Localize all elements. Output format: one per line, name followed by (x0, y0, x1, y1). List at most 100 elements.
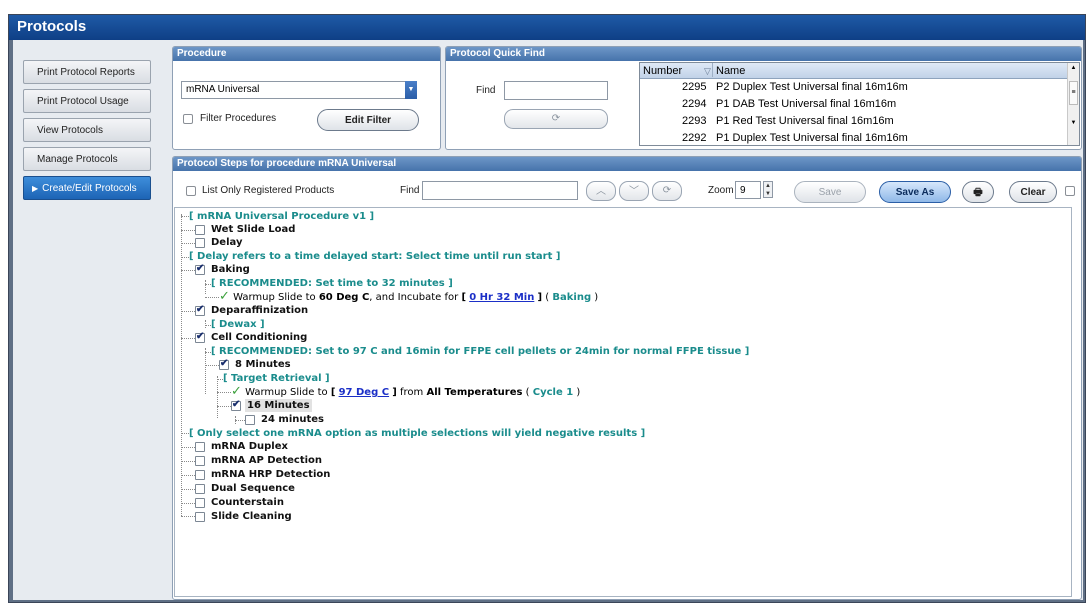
tree-node-mrna-hrp-detection[interactable]: mRNA HRP Detection (211, 468, 330, 481)
table-row[interactable]: 2295 P2 Duplex Test Universal final 16m1… (640, 79, 1079, 96)
wet-slide-load-checkbox[interactable] (195, 225, 205, 235)
tree-connector (205, 297, 219, 298)
nav-create-edit-protocols[interactable]: ▶ Create/Edit Protocols (23, 176, 151, 200)
table-row[interactable]: 2294 P1 DAB Test Universal final 16m16m (640, 96, 1079, 113)
refresh-icon: ⟳ (551, 113, 561, 124)
tree-node-wet-slide-load[interactable]: Wet Slide Load (211, 223, 295, 236)
tree-connector (181, 503, 195, 504)
counterstain-checkbox[interactable] (195, 498, 205, 508)
zoom-stepper[interactable]: ▲ ▼ (763, 181, 773, 198)
step-bracket: [ (330, 387, 336, 398)
tree-note-baking[interactable]: [ RECOMMENDED: Set time to 32 minutes ] (211, 277, 453, 290)
printer-icon: 🖶 (973, 187, 983, 198)
tree-node-slide-cleaning[interactable]: Slide Cleaning (211, 510, 292, 523)
tree-node-counterstain[interactable]: Counterstain (211, 496, 284, 509)
tree-root[interactable]: [ mRNA Universal Procedure v1 ] (189, 210, 374, 223)
options-checkbox[interactable] (1065, 186, 1075, 196)
filter-procedures-checkbox[interactable] (183, 114, 193, 124)
nav-print-protocol-usage[interactable]: Print Protocol Usage (23, 89, 151, 113)
delay-checkbox[interactable] (195, 238, 205, 248)
protocol-steps-tree: [ mRNA Universal Procedure v1 ] Wet Slid… (174, 207, 1072, 597)
nav-print-protocol-reports[interactable]: Print Protocol Reports (23, 60, 151, 84)
tree-connector (181, 311, 195, 312)
tree-node-8-minutes[interactable]: 8 Minutes (235, 358, 291, 371)
row-name: P1 Duplex Test Universal final 16m16m (716, 132, 908, 144)
nav-manage-protocols[interactable]: Manage Protocols (23, 147, 151, 171)
quick-find-input[interactable] (504, 81, 608, 100)
nav-view-protocols[interactable]: View Protocols (23, 118, 151, 142)
save-as-button[interactable]: Save As (879, 181, 951, 203)
find-next-button[interactable]: ﹀ (619, 181, 649, 201)
tree-connector (217, 392, 231, 393)
tree-node-baking[interactable]: Baking (211, 263, 250, 276)
mrna-duplex-checkbox[interactable] (195, 442, 205, 452)
tree-note-cell-conditioning[interactable]: [ RECOMMENDED: Set to 97 C and 16min for… (211, 345, 749, 358)
find-refresh-button[interactable]: ⟳ (652, 181, 682, 201)
tree-node-dual-sequence[interactable]: Dual Sequence (211, 482, 295, 495)
tree-step-baking-warmup[interactable]: ✓ Warmup Slide to 60 Deg C, and Incubate… (219, 290, 598, 304)
tree-node-mrna-duplex[interactable]: mRNA Duplex (211, 440, 288, 453)
sort-icon: ▽ (704, 66, 711, 76)
check-icon: ✓ (219, 289, 230, 304)
list-only-registered-checkbox[interactable] (186, 186, 196, 196)
column-number[interactable]: Number (643, 65, 682, 77)
dual-sequence-checkbox[interactable] (195, 484, 205, 494)
tree-node-mrna-ap-detection[interactable]: mRNA AP Detection (211, 454, 322, 467)
row-number: 2293 (682, 115, 707, 127)
sixteen-minutes-checkbox[interactable] (231, 399, 241, 411)
baking-checkbox[interactable] (195, 263, 205, 275)
tree-guide (205, 280, 206, 294)
tree-note-dewax[interactable]: [ Dewax ] (211, 318, 265, 331)
print-button[interactable]: 🖶 (962, 181, 994, 203)
row-number: 2295 (682, 81, 707, 93)
scroll-thumb[interactable]: ≡ (1069, 81, 1078, 105)
mrna-ap-checkbox[interactable] (195, 456, 205, 466)
scroll-up-icon[interactable]: ▲ (1068, 65, 1079, 71)
step-temp-link[interactable]: 97 Deg C (339, 387, 389, 398)
tree-node-deparaffinization[interactable]: Deparaffinization (211, 304, 308, 317)
twentyfour-minutes-checkbox[interactable] (245, 415, 255, 425)
deparaffinization-checkbox[interactable] (195, 304, 205, 316)
cell-conditioning-checkbox[interactable] (195, 331, 205, 343)
tree-node-16-minutes[interactable]: 16 Minutes (245, 399, 312, 412)
tree-connector (181, 230, 195, 231)
tree-note-delay[interactable]: [ Delay refers to a time delayed start: … (189, 250, 560, 263)
procedure-select[interactable]: mRNA Universal ▼ (181, 81, 417, 99)
tree-node-cell-conditioning[interactable]: Cell Conditioning (211, 331, 307, 344)
mrna-hrp-checkbox[interactable] (195, 470, 205, 480)
table-header: Number ▽ Name (640, 63, 1079, 79)
step-paren: ) (576, 387, 581, 398)
tree-node-delay[interactable]: Delay (211, 236, 242, 249)
refresh-button[interactable]: ⟳ (504, 109, 608, 129)
tree-guide (217, 376, 218, 418)
find-previous-button[interactable]: ︿ (586, 181, 616, 201)
step-time-link[interactable]: 0 Hr 32 Min (469, 292, 534, 303)
table-row[interactable]: 2292 P1 Duplex Test Universal final 16m1… (640, 130, 1079, 145)
save-button[interactable]: Save (794, 181, 866, 203)
clear-button[interactable]: Clear (1009, 181, 1057, 203)
tree-note-mrna[interactable]: [ Only select one mRNA option as multipl… (189, 427, 645, 440)
zoom-input[interactable] (735, 181, 761, 199)
steps-find-input[interactable] (422, 181, 578, 200)
chevron-down-icon[interactable]: ▼ (405, 81, 417, 99)
table-row[interactable]: 2293 P1 Red Test Universal final 16m16m (640, 113, 1079, 130)
column-name[interactable]: Name (716, 65, 745, 77)
tree-node-24-minutes[interactable]: 24 minutes (261, 413, 324, 426)
quick-find-label: Find (476, 85, 496, 96)
step-text: Warmup Slide to (245, 387, 328, 398)
slide-cleaning-checkbox[interactable] (195, 512, 205, 522)
quick-find-panel: Protocol Quick Find Find ⟳ Number ▽ Name… (445, 46, 1082, 150)
window-title: Protocols (9, 15, 1085, 40)
eight-minutes-checkbox[interactable] (219, 358, 229, 370)
nav-label: Print Protocol Usage (37, 96, 129, 107)
tree-connector (181, 447, 195, 448)
step-text: Warmup Slide to (233, 292, 316, 303)
scroll-down-icon[interactable]: ▼ (1068, 120, 1079, 126)
row-number: 2292 (682, 132, 707, 144)
table-scrollbar[interactable]: ▲ ≡ ▼ (1067, 63, 1079, 145)
tree-connector (181, 461, 195, 462)
edit-filter-button[interactable]: Edit Filter (317, 109, 419, 131)
tree-guide (205, 320, 206, 328)
step-temp: 60 Deg C (318, 292, 370, 303)
tree-step-cc-warmup[interactable]: ✓ Warmup Slide to [ 97 Deg C ] from All … (231, 385, 580, 399)
